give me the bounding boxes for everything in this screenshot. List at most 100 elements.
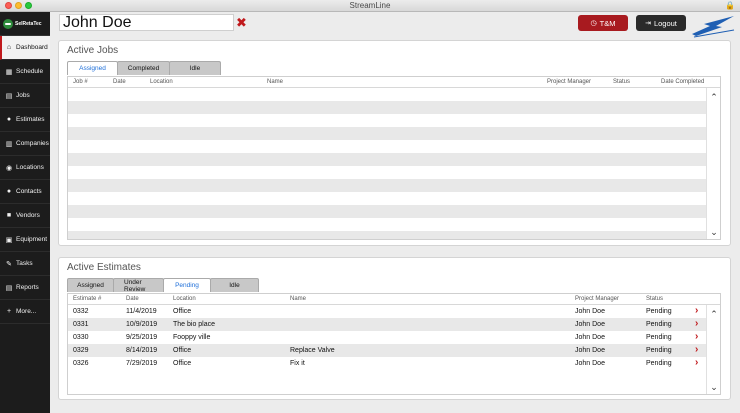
column-header: Status (613, 79, 631, 85)
chevron-right-icon[interactable]: › (695, 306, 698, 316)
sidebar-item-more[interactable]: + More... (0, 300, 50, 324)
company-logo (692, 16, 735, 38)
tm-button[interactable]: ◷ T&M (578, 15, 628, 31)
sidebar-item-label: Reports (16, 284, 39, 291)
equipment-icon: ▣ (5, 236, 13, 244)
logout-button[interactable]: ⇥ Logout (636, 15, 686, 31)
window-titlebar: StreamLine 🔒 (0, 0, 740, 12)
table-row[interactable] (68, 231, 720, 239)
table-row[interactable] (68, 192, 720, 205)
tab-assigned[interactable]: Assigned (67, 61, 118, 75)
estimate-status: Pending (646, 347, 672, 354)
column-header: Date Completed (661, 79, 705, 85)
table-row[interactable] (68, 88, 720, 101)
table-row[interactable] (68, 166, 720, 179)
estimate-manager: John Doe (575, 334, 605, 341)
estimate-date: 11/4/2019 (126, 308, 157, 315)
lock-icon: 🔒 (725, 1, 735, 10)
sidebar-item-label: Locations (16, 164, 44, 171)
column-header: Job # (73, 79, 88, 85)
window-title: StreamLine (349, 1, 391, 10)
active-estimates-panel: Active Estimates Assigned Under Review Pen… (58, 257, 731, 400)
tab-completed[interactable]: Completed (117, 61, 170, 75)
sidebar-item-reports[interactable]: ▤ Reports (0, 276, 50, 300)
sidebar-item-label: Dashboard (16, 44, 48, 51)
sidebar-item-estimates[interactable]: ● Estimates (0, 108, 50, 132)
table-row[interactable]: 0329 8/14/2019 Office Replace Valve John Doe… (68, 344, 720, 357)
table-row[interactable] (68, 127, 720, 140)
sidebar-item-locations[interactable]: ◉ Locations (0, 156, 50, 180)
brand-name: SelRetaTec (15, 20, 42, 27)
plus-icon: + (6, 308, 12, 315)
sidebar-item-schedule[interactable]: ▦ Schedule (0, 60, 50, 84)
tab-assigned[interactable]: Assigned (67, 278, 114, 292)
tab-idle[interactable]: Idle (169, 61, 221, 75)
sidebar-item-equipment[interactable]: ▣ Equipment (0, 228, 50, 252)
estimates-scrollbar[interactable]: ⌃ ⌄ (706, 305, 720, 394)
table-row[interactable] (68, 205, 720, 218)
estimate-location: Office (173, 347, 192, 354)
sidebar-item-contacts[interactable]: ● Contacts (0, 180, 50, 204)
sidebar-item-label: Schedule (16, 68, 44, 75)
scroll-up-icon[interactable]: ⌃ (707, 91, 720, 103)
sidebar-item-vendors[interactable]: ■ Vendors (0, 204, 50, 228)
calendar-icon: ▦ (5, 68, 13, 76)
active-jobs-panel: Active Jobs Assigned Completed Idle Job # … (58, 40, 731, 246)
tab-pending[interactable]: Pending (163, 278, 211, 292)
brand-logo: SelRetaTec (0, 12, 50, 36)
chevron-right-icon[interactable]: › (695, 345, 698, 355)
clear-icon[interactable]: ✖ (236, 15, 247, 30)
sidebar-item-label: Tasks (16, 260, 33, 267)
active-estimates-table-header: Estimate # Date Location Name Project Ma… (68, 294, 720, 305)
column-header: Status (646, 296, 664, 302)
table-row[interactable]: 0326 7/29/2019 Office Fix it John Doe Pending… (68, 357, 720, 370)
tab-under-review[interactable]: Under Review (113, 278, 164, 293)
active-jobs-table-header: Job # Date Location Name Project Manager… (68, 77, 720, 88)
sidebar-item-companies[interactable]: ▥ Companies (0, 132, 50, 156)
sidebar-item-jobs[interactable]: ▤ Jobs (0, 84, 50, 108)
column-header: Name (267, 79, 284, 85)
table-row[interactable] (68, 179, 720, 192)
clock-icon: ◷ (590, 20, 597, 27)
estimate-status: Pending (646, 334, 672, 341)
sidebar-item-label: Companies (16, 140, 49, 147)
tm-button-label: T&M (599, 18, 616, 28)
table-row[interactable]: 0332 11/4/2019 Office John Doe Pending › (68, 305, 720, 318)
sidebar-item-tasks[interactable]: ✎ Tasks (0, 252, 50, 276)
map-pin-icon: ◉ (5, 164, 13, 172)
table-row[interactable] (68, 114, 720, 127)
active-estimates-table: Estimate # Date Location Name Project Ma… (67, 293, 721, 395)
column-header: Project Manager (575, 296, 620, 302)
column-header: Project Manager (547, 79, 592, 85)
table-row[interactable]: 0330 9/25/2019 Fooppy ville John Doe Pending… (68, 331, 720, 344)
estimate-date: 10/9/2019 (126, 321, 158, 328)
chevron-right-icon[interactable]: › (695, 358, 698, 368)
estimate-date: 8/14/2019 (126, 347, 158, 354)
table-row[interactable] (68, 153, 720, 166)
sidebar-item-dashboard[interactable]: ⌂ Dashboard (0, 36, 50, 60)
scroll-down-icon[interactable]: ⌄ (707, 226, 720, 238)
truck-icon: ■ (6, 212, 12, 219)
estimate-date: 7/29/2019 (126, 360, 158, 367)
brand-mark-icon (3, 18, 13, 29)
sidebar-item-label: Vendors (16, 212, 40, 219)
jobs-scrollbar[interactable]: ⌃ ⌄ (706, 88, 720, 239)
chevron-right-icon[interactable]: › (695, 319, 698, 329)
scroll-up-icon[interactable]: ⌃ (707, 308, 720, 320)
estimate-number: 0329 (73, 347, 89, 354)
table-row[interactable] (68, 218, 720, 231)
column-header: Location (173, 296, 196, 302)
table-row[interactable] (68, 140, 720, 153)
table-row[interactable] (68, 101, 720, 114)
estimate-name: Fix it (290, 360, 305, 367)
table-row (68, 370, 720, 383)
chevron-right-icon[interactable]: › (695, 332, 698, 342)
table-row[interactable]: 0331 10/9/2019 The bio place John Doe Pendin… (68, 318, 720, 331)
home-icon: ⌂ (6, 44, 12, 51)
person-icon: ● (6, 188, 12, 195)
column-header: Name (290, 296, 307, 302)
scroll-down-icon[interactable]: ⌄ (707, 381, 720, 393)
tab-idle[interactable]: Idle (210, 278, 259, 292)
user-name-field[interactable]: John Doe (59, 14, 234, 31)
chat-bubble-icon: ● (6, 116, 12, 123)
